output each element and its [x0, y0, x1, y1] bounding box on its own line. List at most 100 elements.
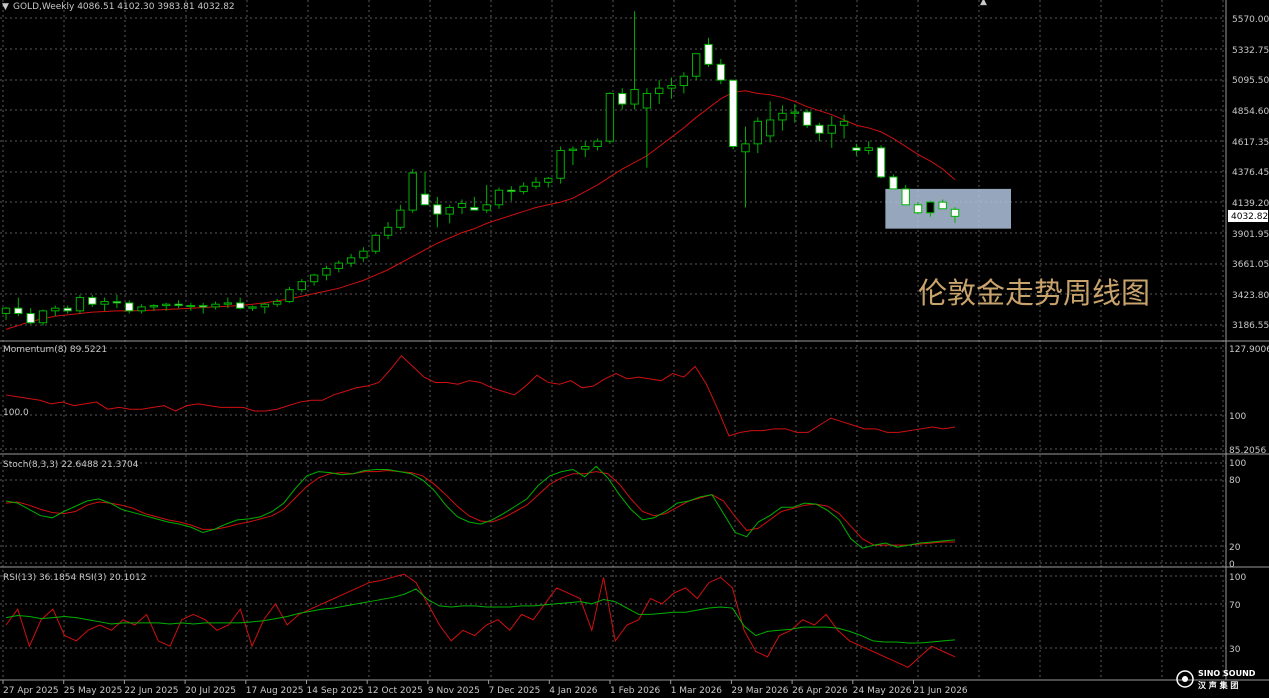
chart-canvas: ▼ GOLD,Weekly 4086.51 4102.30 3983.81 40…	[0, 0, 1269, 696]
time-axis-label: 1 Feb 2026	[610, 686, 661, 696]
candle-body	[790, 111, 799, 114]
candle-body	[519, 185, 528, 193]
candle-body	[371, 234, 380, 252]
time-axis-label: 20 Jul 2025	[185, 686, 236, 696]
candle-body	[655, 87, 664, 94]
candle-body	[913, 204, 923, 214]
candle-body	[100, 301, 109, 305]
current-price-label: 4032.82	[1231, 212, 1268, 222]
candle-body	[346, 257, 356, 264]
candle-body	[51, 307, 60, 312]
stoch-axis-label: 20	[1229, 543, 1241, 553]
price-axis[interactable]: 5570.00 5332.75 5095.50 4854.60 4617.35 …	[1232, 15, 1269, 331]
momentum-line	[5, 354, 956, 437]
candle-body	[531, 181, 541, 187]
price-axis-label: 4376.45	[1232, 168, 1269, 178]
candle-body	[457, 202, 467, 208]
candle-body	[864, 147, 873, 151]
candle-body	[186, 305, 196, 308]
candle-body	[605, 92, 615, 142]
candle-body	[556, 149, 565, 179]
candle-body	[359, 250, 368, 259]
svg-text:SINO SOUND: SINO SOUND	[1198, 669, 1256, 678]
candle-body	[408, 172, 417, 211]
candle-body	[482, 204, 491, 211]
candle-body	[926, 201, 935, 214]
rsi3-line	[5, 573, 956, 668]
candle-body	[507, 189, 516, 193]
candle-body	[950, 208, 960, 217]
candle-body	[445, 206, 454, 215]
candle-body	[544, 177, 553, 183]
rsi-axis-label: 100	[1229, 573, 1246, 583]
candle-body	[568, 148, 578, 151]
time-axis-label: 26 Apr 2026	[792, 686, 848, 696]
candle-body	[174, 303, 183, 307]
price-axis-label: 3661.05	[1232, 260, 1269, 270]
candle-body	[667, 85, 676, 89]
candle-body	[285, 289, 294, 303]
scroll-marker-icon[interactable]: ▲	[980, 0, 987, 7]
candle-body	[901, 188, 910, 206]
candle-body	[334, 262, 343, 269]
candle-body	[248, 306, 257, 309]
momentum-title: Momentum(8) 89.5221	[3, 345, 107, 355]
price-axis-label: 4854.60	[1232, 107, 1269, 117]
symbol-header: GOLD,Weekly 4086.51 4102.30 3983.81 4032…	[13, 2, 235, 12]
time-axis-label: 17 Aug 2025	[246, 686, 304, 696]
candle-body	[14, 307, 23, 314]
rsi-axis-label: 30	[1229, 645, 1241, 655]
candle-body	[618, 92, 627, 105]
candle-body	[309, 274, 319, 283]
candle-body	[396, 209, 405, 228]
candle-body	[741, 143, 750, 153]
candle-body	[691, 53, 701, 77]
momentum-axis-label: 85.2056	[1229, 446, 1266, 456]
price-axis-label: 5095.50	[1232, 76, 1269, 86]
candle-body	[125, 302, 134, 312]
time-axis-label: 12 Oct 2025	[367, 686, 423, 696]
candle-body	[802, 111, 812, 126]
candle-body	[593, 140, 602, 147]
time-axis[interactable]: 27 Apr 2025 25 May 2025 22 Jun 2025 20 Jul …	[2, 680, 968, 696]
candle-body	[149, 305, 159, 308]
stoch-main-line	[5, 465, 956, 549]
candle-body	[630, 88, 639, 105]
candle-body	[112, 301, 122, 304]
price-axis-label: 3186.55	[1232, 321, 1269, 331]
indicator-lines	[5, 354, 956, 668]
time-axis-label: 9 Nov 2025	[428, 686, 480, 696]
candle-body	[322, 267, 331, 276]
candle-body	[260, 303, 270, 308]
time-axis-label: 22 Jun 2025	[124, 686, 178, 696]
candle-body	[162, 303, 171, 307]
price-axis-label: 5570.00	[1232, 15, 1269, 25]
time-axis-label: 4 Jan 2026	[549, 686, 597, 696]
svg-text:汉 声 集 团: 汉 声 集 团	[1198, 680, 1238, 690]
chart-annotation: 伦敦金走势周线图	[918, 276, 1150, 310]
price-axis-label: 4139.20	[1232, 199, 1269, 209]
time-axis-label: 24 May 2026	[853, 686, 912, 696]
candle-body	[827, 124, 836, 134]
candle-body	[778, 112, 787, 121]
candle-body	[494, 189, 504, 206]
candle-body	[765, 119, 775, 137]
candle-body	[272, 301, 282, 305]
candle-body	[1, 307, 11, 314]
rsi13-line	[5, 588, 956, 644]
candle-body	[420, 193, 430, 206]
time-axis-label: 14 Sep 2025	[307, 686, 364, 696]
candle-body	[581, 145, 590, 150]
time-axis-label: 7 Dec 2025	[489, 686, 541, 696]
candle-body	[852, 147, 861, 151]
momentum-axis-label: 127.9006	[1229, 345, 1269, 355]
symbol-menu-arrow-icon[interactable]: ▼	[2, 2, 9, 12]
candle-body	[716, 63, 726, 81]
candle-body	[235, 302, 245, 309]
price-axis-label: 3423.80	[1232, 291, 1269, 301]
stoch-axis-label: 100	[1229, 459, 1246, 469]
momentum-axis-label: 100	[1229, 412, 1246, 422]
candle-body	[753, 120, 763, 145]
momentum-level-label: 100.0	[3, 408, 29, 418]
candle-body	[88, 297, 97, 305]
